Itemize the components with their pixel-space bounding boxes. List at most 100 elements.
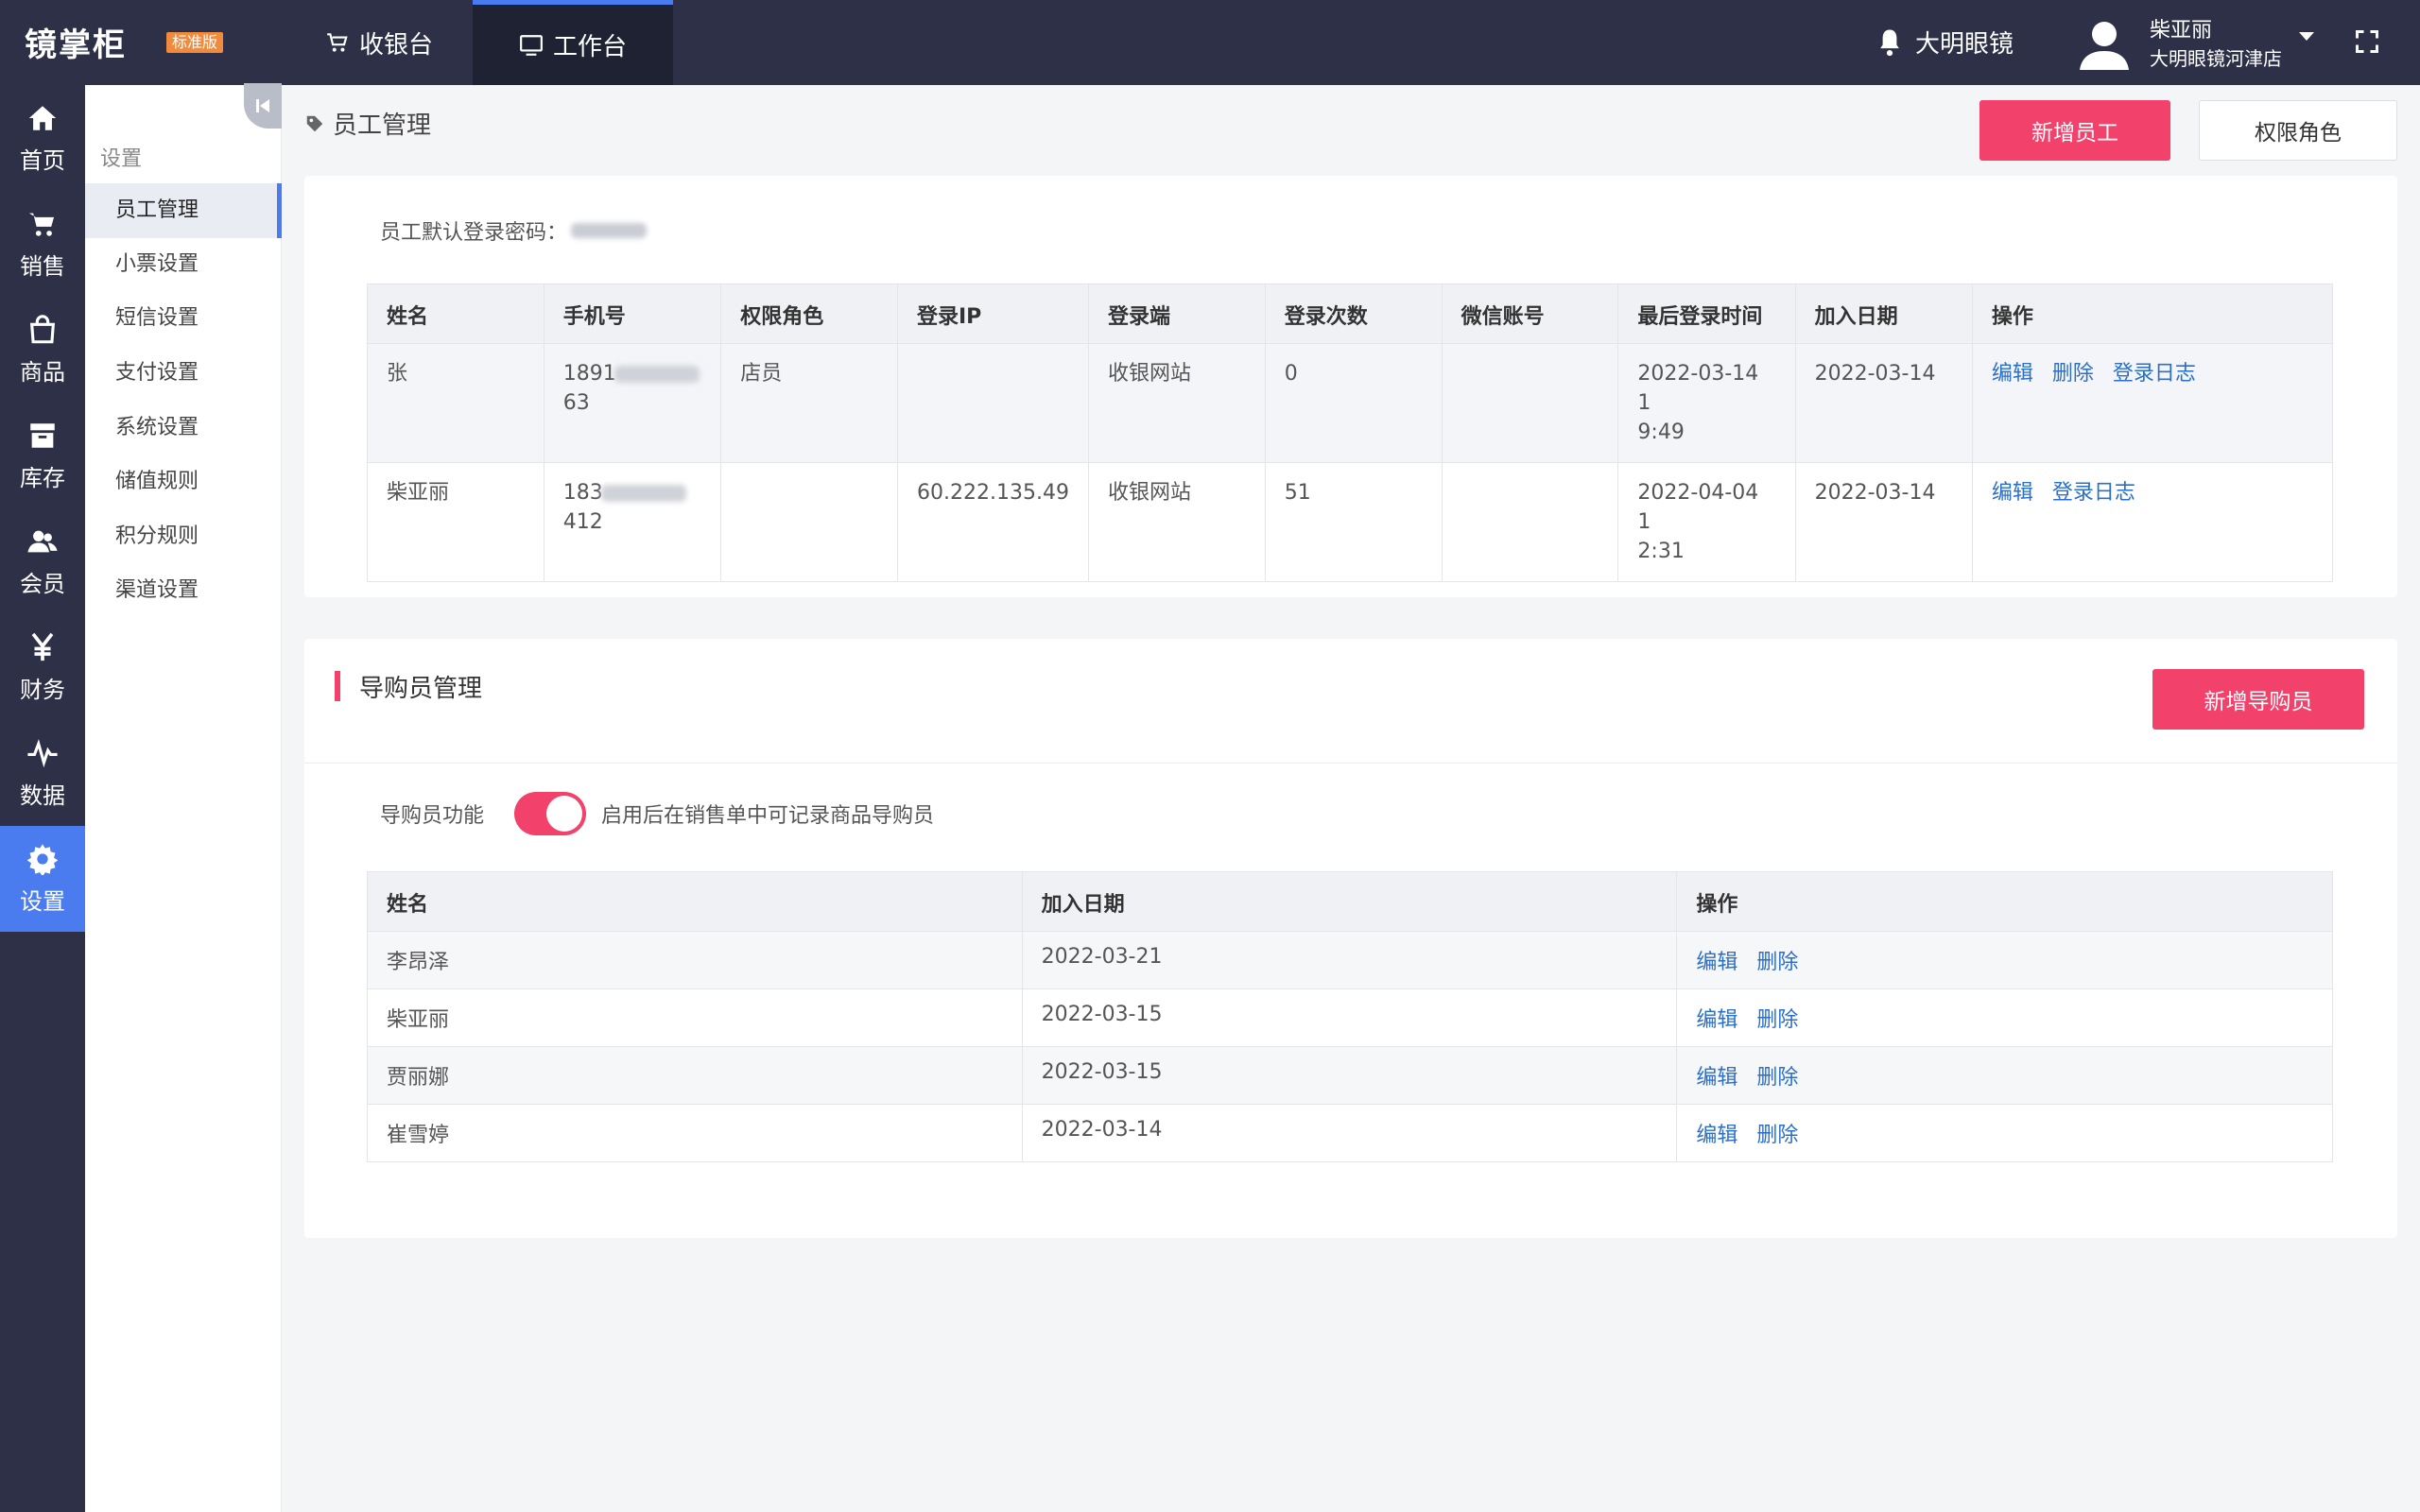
guides-card: 导购员管理 新增导购员 导购员功能 启用后在销售单中可记录商品导购员 姓名 加入… — [304, 639, 2397, 1238]
last-login-line2: 9:49 — [1637, 421, 1685, 444]
rail-label: 会员 — [20, 570, 65, 597]
phone-suffix: 63 — [562, 391, 590, 415]
user-menu[interactable]: 柴亚丽 大明眼镜河津店 — [2076, 11, 2322, 74]
rail-item-settings[interactable]: 设置 — [0, 826, 85, 932]
chevron-down-icon[interactable] — [2299, 32, 2314, 41]
cell-joined: 2022-03-14 — [1794, 462, 1973, 582]
section-accent-bar — [335, 671, 340, 701]
delete-link[interactable]: 删除 — [1756, 951, 1798, 974]
cell-count: 0 — [1264, 343, 1443, 463]
cell-wechat — [1441, 462, 1619, 582]
delete-link[interactable]: 删除 — [1756, 1066, 1798, 1090]
col-client: 登录端 — [1087, 284, 1266, 344]
table-row: 柴亚丽 183412 60.222.135.49 收银网站 51 2022-04… — [367, 462, 2334, 582]
cell-last-login: 2022-03-14 1 9:49 — [1617, 343, 1796, 463]
last-login-line2: 2:31 — [1637, 540, 1685, 563]
cell-ip: 60.222.135.49 — [897, 462, 1089, 582]
submenu-item-system[interactable]: 系统设置 — [85, 401, 282, 455]
brand-logo: 镜掌柜 — [25, 26, 127, 64]
nav-cashier[interactable]: 收银台 — [280, 0, 478, 85]
top-bar: 镜掌柜 标准版 收银台 工作台 大明眼镜 柴亚丽 大明眼镜河津店 — [0, 0, 2420, 85]
default-password-label: 员工默认登录密码： — [380, 221, 568, 245]
rail-item-inventory[interactable]: 库存 — [0, 403, 85, 508]
rail-item-sales[interactable]: 销售 — [0, 191, 85, 297]
edit-link[interactable]: 编辑 — [1696, 1124, 1737, 1147]
roles-button[interactable]: 权限角色 — [2199, 100, 2397, 161]
submenu-item-payment[interactable]: 支付设置 — [85, 346, 282, 401]
phone-prefix: 183 — [562, 481, 603, 505]
cell-name: 张 — [367, 343, 544, 463]
delete-link[interactable]: 删除 — [1756, 1008, 1798, 1032]
page-title-row: 员工管理 — [304, 106, 431, 141]
fullscreen-icon[interactable] — [2354, 28, 2380, 55]
rail-item-data[interactable]: 数据 — [0, 720, 85, 826]
guides-card-header: 导购员管理 新增导购员 — [304, 639, 2397, 764]
edit-link[interactable]: 编辑 — [1992, 481, 2033, 505]
cell-ops: 编辑 删除 — [1676, 1046, 2333, 1105]
rail-item-finance[interactable]: 财务 — [0, 614, 85, 720]
phone-masked — [600, 485, 686, 502]
gear-icon — [26, 843, 59, 875]
notification[interactable]: 大明眼镜 — [1876, 25, 2014, 60]
guide-feature-toggle[interactable] — [514, 792, 587, 835]
cell-client: 收银网站 — [1087, 343, 1266, 463]
submenu-item-sms[interactable]: 短信设置 — [85, 291, 282, 346]
guide-toggle-row: 导购员功能 启用后在销售单中可记录商品导购员 — [380, 792, 934, 835]
guide-toggle-hint: 启用后在销售单中可记录商品导购员 — [601, 804, 935, 828]
add-guide-button[interactable]: 新增导购员 — [2152, 669, 2364, 730]
col-joined: 加入日期 — [1794, 284, 1973, 344]
cell-name: 柴亚丽 — [367, 988, 1023, 1047]
guide-toggle-label: 导购员功能 — [380, 804, 485, 828]
cell-count: 51 — [1264, 462, 1443, 582]
delete-link[interactable]: 删除 — [1756, 1124, 1798, 1147]
submenu-item-staff[interactable]: 员工管理 — [85, 183, 282, 238]
staff-card: 员工默认登录密码： 姓名 手机号 权限角色 登录IP 登录端 登录次数 微信账号… — [304, 176, 2397, 597]
toggle-knob — [546, 796, 583, 832]
login-log-link[interactable]: 登录日志 — [2052, 481, 2135, 505]
col-wechat: 微信账号 — [1441, 284, 1619, 344]
submenu-title: 设置 — [100, 147, 143, 171]
edit-link[interactable]: 编辑 — [1992, 362, 2033, 386]
edit-link[interactable]: 编辑 — [1696, 1008, 1737, 1032]
tag-icon — [306, 115, 323, 131]
cell-role — [720, 462, 898, 582]
col-ip: 登录IP — [897, 284, 1089, 344]
rail-item-goods[interactable]: 商品 — [0, 297, 85, 403]
cell-role: 店员 — [720, 343, 898, 463]
store-name: 大明眼镜 — [1915, 30, 2014, 59]
inventory-icon — [30, 422, 55, 448]
edit-link[interactable]: 编辑 — [1696, 951, 1737, 974]
login-log-link[interactable]: 登录日志 — [2113, 362, 2196, 386]
cell-ops: 编辑 登录日志 — [1971, 462, 2334, 582]
cell-ops: 编辑 删除 登录日志 — [1971, 343, 2334, 463]
cart-icon — [327, 33, 348, 52]
cell-ops: 编辑 删除 — [1676, 988, 2333, 1047]
table-row: 张 1891 63 店员 收银网站 0 2022-03-14 1 9:49 2022… — [367, 343, 2334, 463]
table-row: 柴亚丽 2022-03-15 编辑 删除 — [367, 988, 2333, 1047]
edit-link[interactable]: 编辑 — [1696, 1066, 1737, 1090]
add-staff-button[interactable]: 新增员工 — [1979, 100, 2170, 161]
cell-ops: 编辑 删除 — [1676, 1104, 2333, 1162]
cell-ops: 编辑 删除 — [1676, 931, 2333, 989]
submenu-item-receipt[interactable]: 小票设置 — [85, 237, 282, 292]
col-count: 登录次数 — [1264, 284, 1443, 344]
phone-suffix: 412 — [562, 510, 603, 534]
staff-table: 姓名 手机号 权限角色 登录IP 登录端 登录次数 微信账号 最后登录时间 加入… — [367, 284, 2334, 582]
cell-joined: 2022-03-14 — [1021, 1104, 1678, 1162]
nav-workbench[interactable]: 工作台 — [473, 0, 673, 85]
pulse-icon — [27, 738, 58, 767]
delete-link[interactable]: 删除 — [2052, 362, 2094, 386]
guides-table-header: 姓名 加入日期 操作 — [367, 871, 2333, 932]
rail-item-home[interactable]: 首页 — [0, 85, 85, 191]
submenu-item-channels[interactable]: 渠道设置 — [85, 563, 282, 618]
col-joined: 加入日期 — [1021, 871, 1678, 932]
table-row: 崔雪婷 2022-03-14 编辑 删除 — [367, 1104, 2333, 1162]
cell-name: 贾丽娜 — [367, 1046, 1023, 1105]
table-row: 李昂泽 2022-03-21 编辑 删除 — [367, 931, 2333, 989]
cell-phone: 1891 63 — [543, 343, 722, 463]
user-name: 柴亚丽 — [2150, 19, 2213, 43]
submenu-item-points[interactable]: 积分规则 — [85, 509, 282, 564]
cell-joined: 2022-03-15 — [1021, 988, 1678, 1047]
submenu-item-stored-value[interactable]: 储值规则 — [85, 455, 282, 509]
rail-item-members[interactable]: 会员 — [0, 508, 85, 614]
